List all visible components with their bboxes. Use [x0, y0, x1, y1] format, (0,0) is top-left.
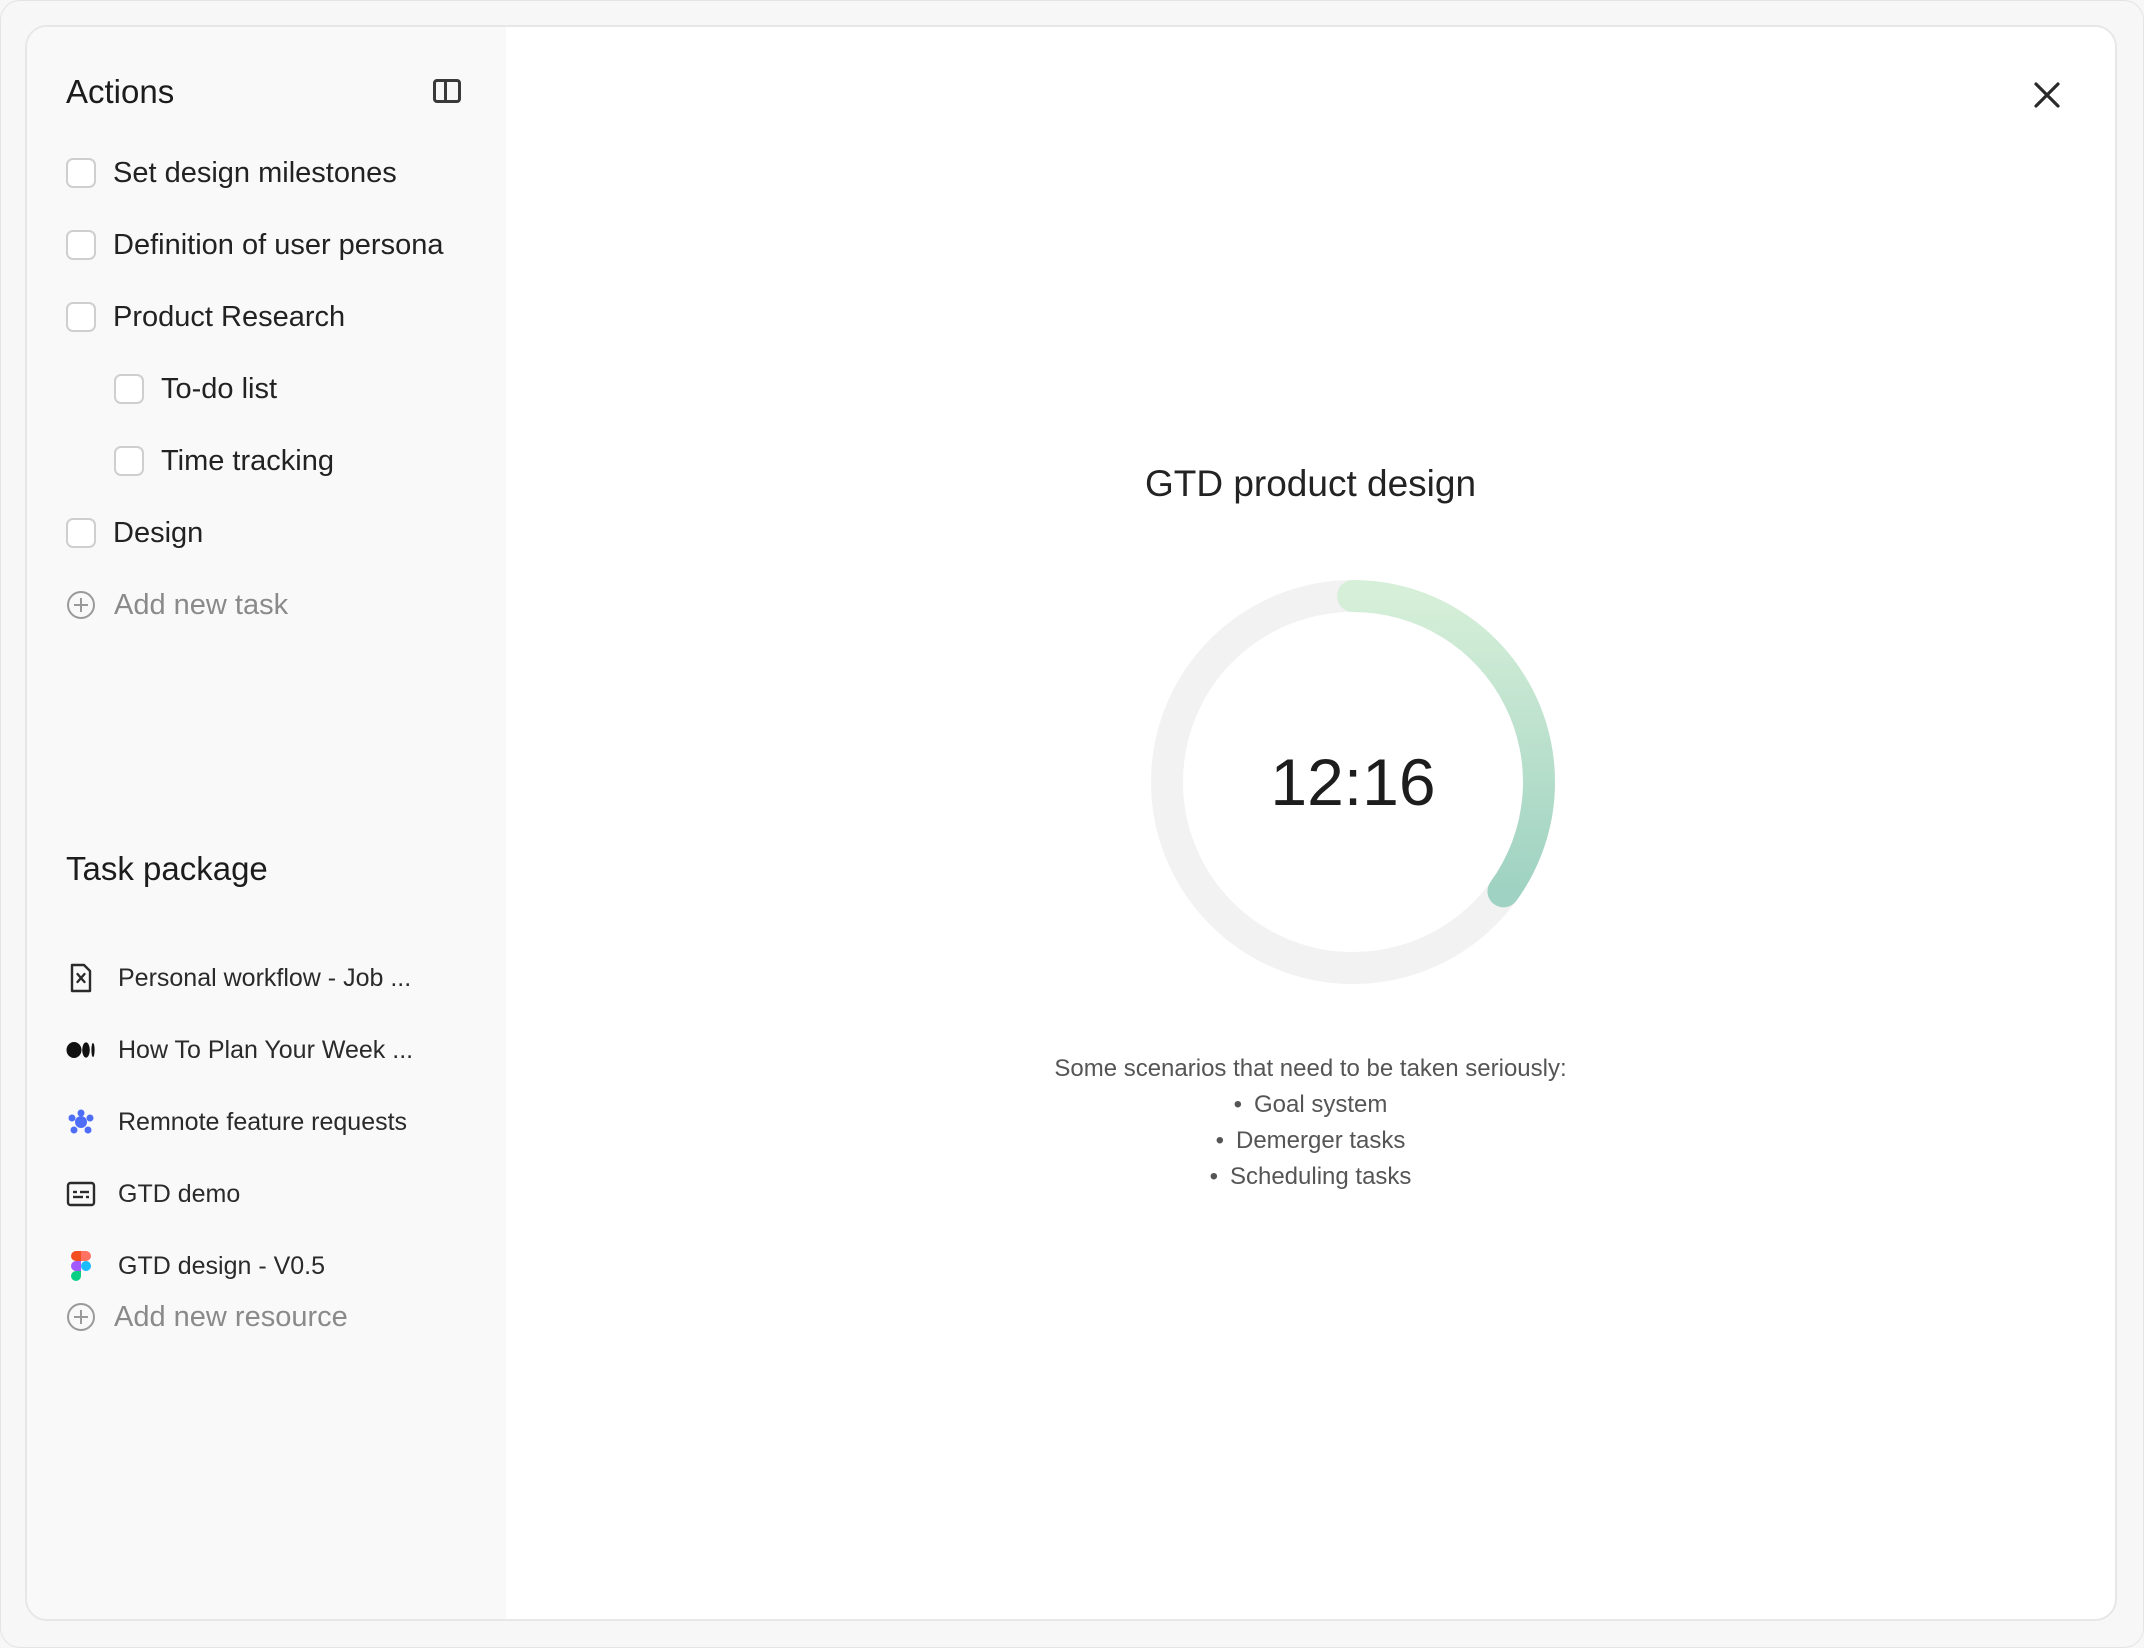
notes-list-item: Goal system	[506, 1087, 2115, 1123]
add-new-task-label: Add new task	[114, 588, 289, 621]
sidebar: Actions Set design milestones Definition…	[27, 27, 506, 1619]
notes-list-item: Scheduling tasks	[506, 1159, 2115, 1195]
document-card-icon	[66, 1179, 96, 1209]
resource-label: GTD design - V0.5	[118, 1251, 326, 1280]
task-label: Definition of user persona	[113, 228, 444, 261]
close-icon[interactable]	[2027, 75, 2067, 115]
spreadsheet-file-icon	[66, 963, 96, 993]
resource-label: Remnote feature requests	[118, 1107, 408, 1136]
resource-label: GTD demo	[118, 1179, 241, 1208]
task-item-design[interactable]: Design	[66, 513, 203, 553]
remnote-icon	[66, 1107, 96, 1137]
task-label: Product Research	[113, 300, 346, 333]
task-checkbox[interactable]	[66, 230, 96, 260]
resource-label: How To Plan Your Week ...	[118, 1035, 414, 1064]
task-checkbox[interactable]	[114, 446, 144, 476]
actions-title: Actions	[66, 73, 175, 110]
task-item-set-design-milestones[interactable]: Set design milestones	[66, 153, 397, 193]
task-checkbox[interactable]	[114, 374, 144, 404]
resource-item-plan-your-week[interactable]: How To Plan Your Week ...	[66, 1030, 413, 1070]
task-checkbox[interactable]	[66, 158, 96, 188]
add-new-task-button[interactable]: Add new task	[67, 585, 288, 625]
sidebar-toggle-icon[interactable]	[433, 79, 461, 103]
timer-panel: GTD product design 12:16 Some scenarios …	[506, 27, 2115, 1619]
medium-icon	[66, 1035, 96, 1065]
resource-item-personal-workflow[interactable]: Personal workflow - Job ...	[66, 958, 411, 998]
task-label: To-do list	[161, 372, 278, 405]
task-label: Time tracking	[161, 444, 334, 477]
project-title: GTD product design	[1144, 463, 1477, 504]
notes-list-item: Demerger tasks	[506, 1123, 2115, 1159]
notes-list: Goal system Demerger tasks Scheduling ta…	[506, 1087, 2115, 1195]
scenario-notes: Some scenarios that need to be taken ser…	[506, 1051, 2115, 1195]
resource-item-gtd-design[interactable]: GTD design - V0.5	[66, 1246, 325, 1286]
task-item-user-persona[interactable]: Definition of user persona	[66, 225, 443, 265]
add-circle-icon	[67, 591, 95, 619]
task-checkbox[interactable]	[66, 518, 96, 548]
add-new-resource-button[interactable]: Add new resource	[67, 1297, 348, 1337]
subtask-item-todo-list[interactable]: To-do list	[114, 369, 277, 409]
add-new-resource-label: Add new resource	[114, 1300, 348, 1333]
add-circle-icon	[67, 1303, 95, 1331]
notes-intro: Some scenarios that need to be taken ser…	[1054, 1055, 1567, 1082]
task-item-product-research[interactable]: Product Research	[66, 297, 345, 337]
focus-window: Actions Set design milestones Definition…	[25, 25, 2117, 1621]
resource-item-gtd-demo[interactable]: GTD demo	[66, 1174, 240, 1214]
resource-label: Personal workflow - Job ...	[118, 963, 412, 992]
task-label: Set design milestones	[113, 156, 397, 189]
task-package-title: Task package	[66, 850, 268, 887]
resource-item-remnote-requests[interactable]: Remnote feature requests	[66, 1102, 407, 1142]
figma-icon	[66, 1251, 96, 1281]
task-checkbox[interactable]	[66, 302, 96, 332]
timer-time: 12:16	[1270, 745, 1436, 819]
timer-ring: 12:16	[1133, 562, 1573, 1002]
task-label: Design	[113, 516, 204, 549]
subtask-item-time-tracking[interactable]: Time tracking	[114, 441, 334, 481]
